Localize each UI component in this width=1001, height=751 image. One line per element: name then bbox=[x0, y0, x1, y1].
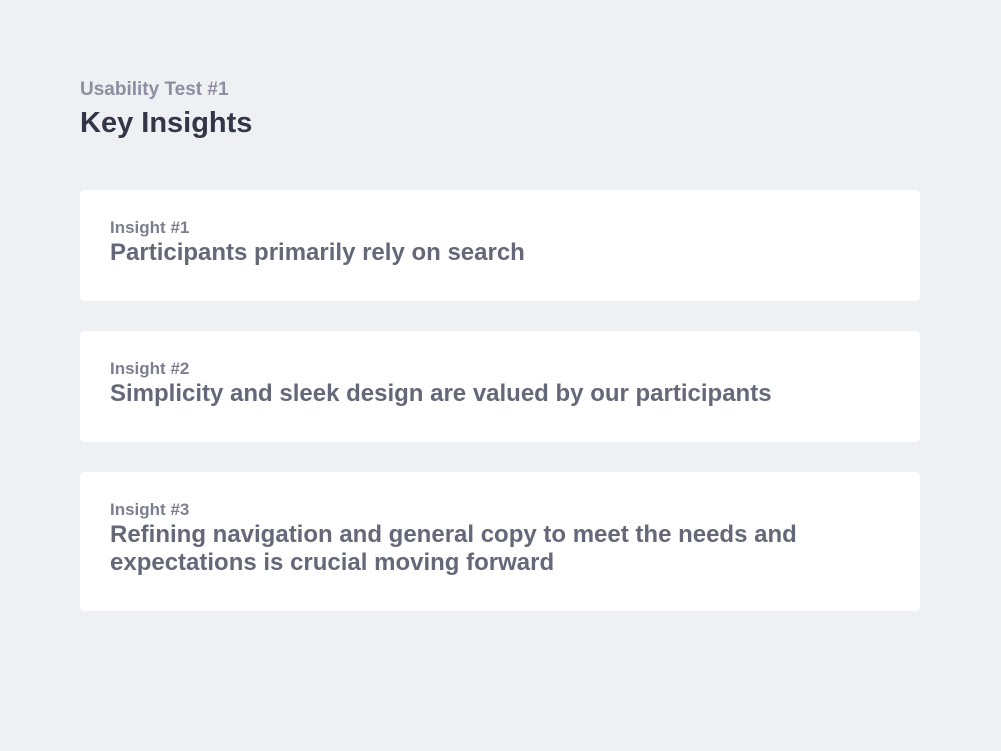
insight-card-2: Insight #2 Simplicity and sleek design a… bbox=[80, 331, 920, 442]
insight-text: Refining navigation and general copy to … bbox=[110, 521, 797, 576]
page-title: Key Insights bbox=[80, 107, 253, 139]
insight-label: Insight #1 bbox=[110, 218, 190, 237]
insight-text: Simplicity and sleek design are valued b… bbox=[110, 380, 772, 407]
insight-text: Participants primarily rely on search bbox=[110, 239, 525, 266]
insights-list: Insight #1 Participants primarily rely o… bbox=[80, 190, 920, 641]
insight-label: Insight #2 bbox=[110, 359, 190, 378]
insight-card-1: Insight #1 Participants primarily rely o… bbox=[80, 190, 920, 301]
insight-label: Insight #3 bbox=[110, 500, 190, 519]
insight-card-3: Insight #3 Refining navigation and gener… bbox=[80, 472, 920, 611]
page-eyebrow: Usability Test #1 bbox=[80, 79, 229, 100]
page-content: Usability Test #1 Key Insights Insight #… bbox=[80, 79, 920, 611]
